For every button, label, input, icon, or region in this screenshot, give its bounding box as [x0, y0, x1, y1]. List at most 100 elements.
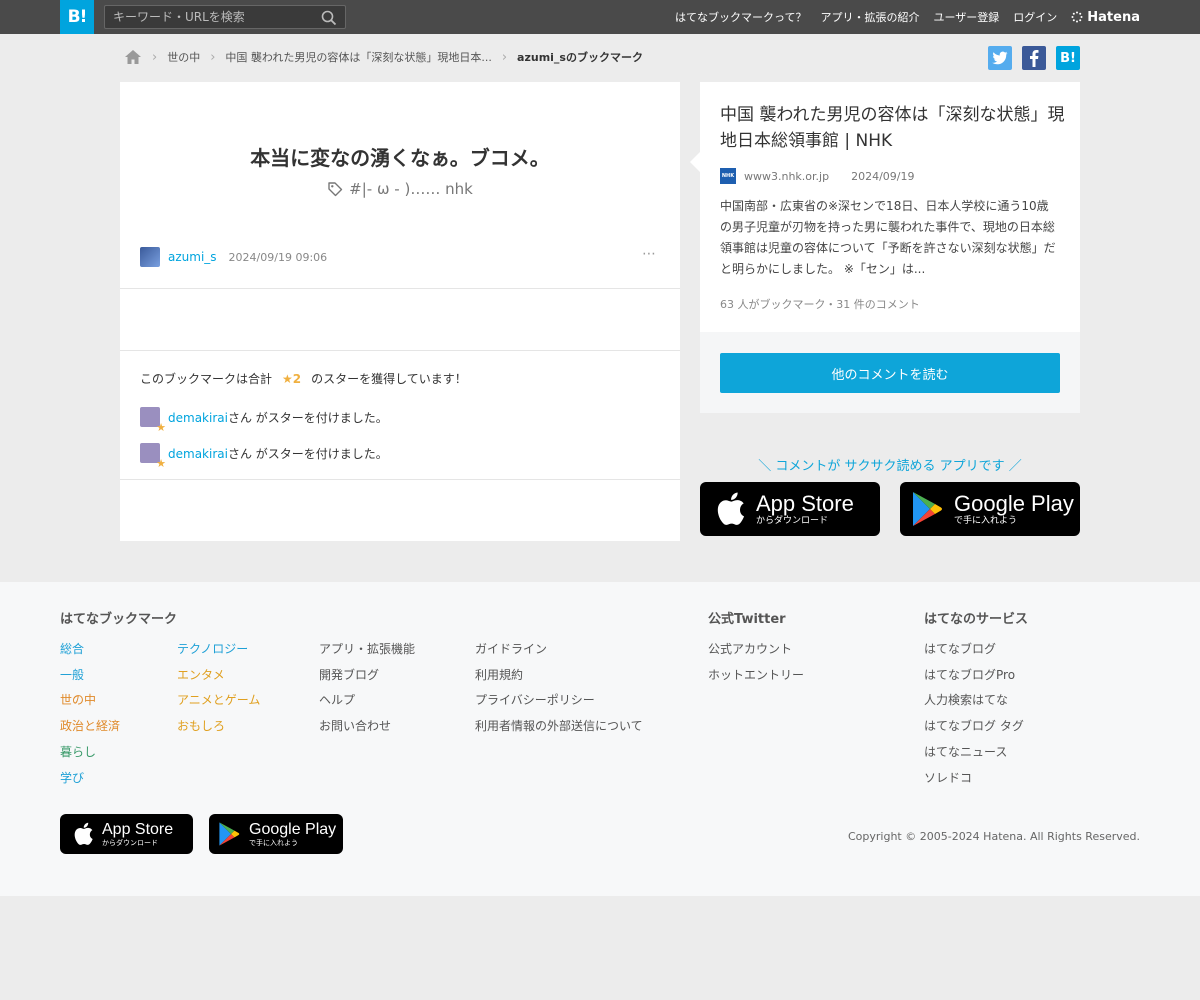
entry-domain[interactable]: www3.nhk.or.jp — [744, 170, 829, 183]
footer-link[interactable]: はてなブログ — [924, 637, 1024, 663]
apple-icon — [74, 822, 93, 845]
nav-signup[interactable]: ユーザー登録 — [934, 9, 1000, 25]
footer-link[interactable]: アプリ・拡張機能 — [319, 637, 415, 663]
facebook-share-button[interactable] — [1022, 46, 1046, 70]
footer-category-link[interactable]: おもしろ — [177, 714, 260, 740]
google-play-button[interactable]: Google Play で手に入れよう — [900, 482, 1080, 536]
bookmark-date[interactable]: 2024/09/19 09:06 — [229, 251, 328, 264]
footer-link[interactable]: プライバシーポリシー — [475, 688, 643, 714]
bookmark-tags: #|- ω - )…… nhk — [120, 180, 680, 198]
chevron-right-icon: › — [501, 49, 508, 65]
footer: はてなブックマーク 公式Twitter はてなのサービス 総合 一般 世の中 政… — [0, 582, 1200, 896]
entry-card-footer: 他のコメントを読む — [700, 332, 1080, 413]
app-promo-text: ＼ コメントが サクサク読める アプリです ／ — [758, 459, 1022, 474]
entry-date: 2024/09/19 — [851, 169, 915, 183]
footer-services-heading: はてなのサービス — [924, 612, 1029, 627]
breadcrumb-current: azumi_sのブックマーク — [517, 51, 643, 64]
footer-link[interactable]: ガイドライン — [475, 637, 643, 663]
footer-twitter-heading: 公式Twitter — [708, 612, 786, 627]
footer-link[interactable]: 開発ブログ — [319, 663, 415, 689]
tag-icon — [328, 182, 343, 197]
footer-link[interactable]: はてなブログ タグ — [924, 714, 1024, 740]
footer-links-col4: ガイドライン 利用規約 プライバシーポリシー 利用者情報の外部送信について — [475, 637, 643, 740]
entry-card: 中国 襲われた男児の容体は「深刻な状態」現地日本総領事館 | NHK NHK w… — [690, 82, 1080, 413]
footer-category-link[interactable]: 暮らし — [60, 740, 120, 766]
search-box — [104, 5, 346, 29]
footer-link[interactable]: 利用者情報の外部送信について — [475, 714, 643, 740]
avatar[interactable] — [140, 247, 160, 267]
footer-category-link[interactable]: 世の中 — [60, 688, 120, 714]
divider — [120, 350, 680, 351]
search-input[interactable] — [105, 6, 345, 28]
site-favicon: NHK — [720, 168, 736, 184]
footer-link[interactable]: はてなニュース — [924, 740, 1024, 766]
nav-apps[interactable]: アプリ・拡張の紹介 — [821, 9, 920, 25]
footer-category-link[interactable]: 総合 — [60, 637, 120, 663]
footer-category-link[interactable]: エンタメ — [177, 663, 260, 689]
tags-text[interactable]: #|- ω - )…… nhk — [349, 180, 473, 198]
bookmark-username[interactable]: azumi_s — [168, 250, 217, 264]
top-navbar: B! はてなブックマークって？ アプリ・拡張の紹介 ユーザー登録 ログイン Ha… — [0, 0, 1200, 34]
breadcrumb-category[interactable]: 世の中 — [167, 49, 200, 65]
hatena-bookmark-share-button[interactable]: B! — [1056, 46, 1080, 70]
footer-link[interactable]: はてなブログPro — [924, 663, 1024, 689]
bookmark-panel: 本当に変なの湧くなぁ。ブコメ。 #|- ω - )…… nhk azumi_s … — [120, 82, 680, 541]
chevron-right-icon: › — [210, 49, 216, 65]
footer-bookmark-heading: はてなブックマーク — [60, 612, 178, 627]
entry-title[interactable]: 中国 襲われた男児の容体は「深刻な状態」現地日本総領事館 | NHK — [720, 102, 1065, 154]
entry-description: 中国南部・広東省の※深センで18日、日本人学校に通う10歳の男子児童が刃物を持っ… — [720, 199, 1056, 276]
star-user-avatar[interactable] — [140, 443, 166, 470]
stars-summary-prefix: このブックマークは合計 — [140, 372, 273, 386]
hatena-dots-icon — [1071, 11, 1083, 23]
footer-app-store-button[interactable]: App Store からダウンロード — [60, 814, 193, 854]
footer-category-link[interactable]: アニメとゲーム — [177, 688, 260, 714]
stars-summary: このブックマークは合計 ★2 のスターを獲得しています！ — [140, 370, 467, 387]
hatena-brand-link[interactable]: Hatena — [1071, 10, 1140, 25]
footer-link[interactable]: 利用規約 — [475, 663, 643, 689]
star-username[interactable]: demakirai — [168, 447, 228, 461]
breadcrumb-entry[interactable]: 中国 襲われた男児の容体は「深刻な状態」現地日本... — [225, 49, 491, 65]
app-store-sublabel: からダウンロード — [756, 515, 829, 526]
more-options-icon[interactable]: ⋯ — [642, 246, 656, 262]
read-other-comments-button[interactable]: 他のコメントを読む — [720, 353, 1060, 393]
divider — [120, 479, 680, 480]
footer-category-link[interactable]: 一般 — [60, 663, 120, 689]
google-play-label: Google Play — [954, 490, 1074, 516]
footer-link[interactable]: ヘルプ — [319, 688, 415, 714]
footer-link[interactable]: ホットエントリー — [708, 663, 804, 689]
star-entry: demakiraiさん がスターを付けました。 — [140, 442, 388, 470]
facebook-icon — [1030, 50, 1039, 67]
header-nav: はてなブックマークって？ アプリ・拡張の紹介 ユーザー登録 ログイン Haten… — [675, 0, 1140, 34]
star-user-avatar[interactable] — [140, 407, 166, 434]
entry-stats[interactable]: 63 人がブックマーク・31 件のコメント — [720, 296, 920, 312]
footer-link[interactable]: 公式アカウント — [708, 637, 804, 663]
nav-about[interactable]: はてなブックマークって？ — [675, 9, 806, 25]
twitter-share-button[interactable] — [988, 46, 1012, 70]
app-store-button[interactable]: App Store からダウンロード — [700, 482, 880, 536]
google-play-sublabel: で手に入れよう — [954, 515, 1018, 526]
search-icon[interactable] — [321, 10, 337, 26]
footer-category-link[interactable]: テクノロジー — [177, 637, 260, 663]
divider — [120, 288, 680, 289]
footer-link[interactable]: ソレドコ — [924, 766, 1024, 792]
footer-links-col3: アプリ・拡張機能 開発ブログ ヘルプ お問い合わせ — [319, 637, 415, 740]
footer-google-play-button[interactable]: Google Play で手に入れよう — [209, 814, 343, 854]
star-entry-text: さん がスターを付けました。 — [227, 410, 388, 425]
footer-twitter-links: 公式アカウント ホットエントリー — [708, 637, 804, 688]
home-icon[interactable] — [124, 49, 142, 65]
footer-link[interactable]: 人力検索はてな — [924, 688, 1024, 714]
nav-login[interactable]: ログイン — [1013, 9, 1057, 25]
bookmark-comment: 本当に変なの湧くなぁ。ブコメ。 — [250, 146, 550, 170]
star-username[interactable]: demakirai — [168, 411, 228, 425]
twitter-bird-icon — [992, 51, 1008, 65]
footer-category-link[interactable]: 政治と経済 — [60, 714, 120, 740]
hatena-bookmark-logo[interactable]: B! — [60, 0, 94, 34]
google-play-sublabel: で手に入れよう — [249, 838, 298, 847]
star-entry: demakiraiさん がスターを付けました。 — [140, 406, 388, 434]
footer-link[interactable]: お問い合わせ — [319, 714, 415, 740]
share-buttons: B! — [988, 46, 1080, 70]
entry-meta: NHK www3.nhk.or.jp 2024/09/19 — [720, 168, 914, 184]
hatena-brand-label: Hatena — [1087, 9, 1140, 25]
footer-category-link[interactable]: 学び — [60, 766, 120, 792]
app-store-label: App Store — [102, 820, 174, 838]
